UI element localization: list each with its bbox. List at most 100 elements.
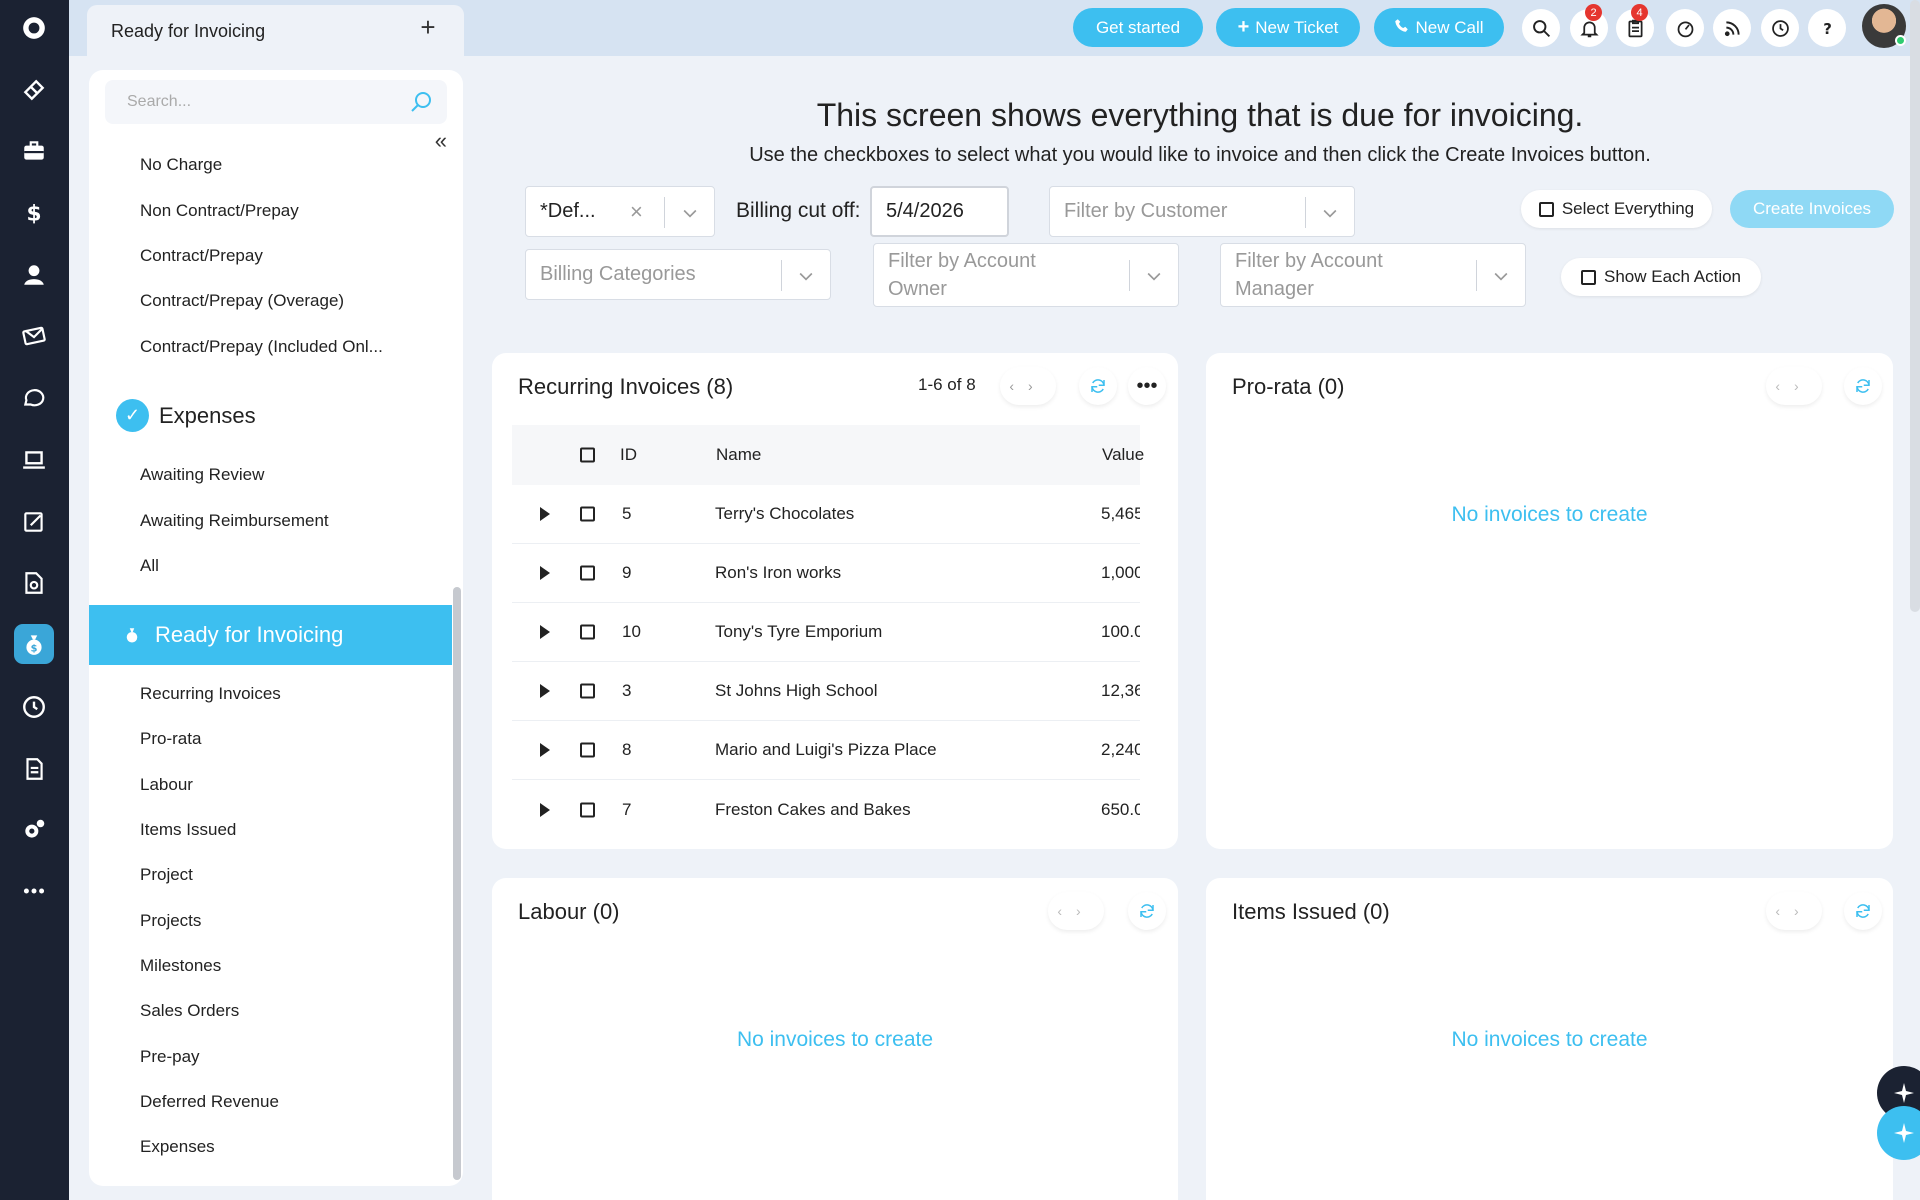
refresh-icon[interactable] (1844, 892, 1882, 930)
home-logo-icon[interactable] (14, 8, 54, 48)
sidebar-item-expenses[interactable]: Expenses (140, 1137, 215, 1157)
file-search-icon[interactable] (14, 563, 54, 603)
dashboard-icon[interactable] (1666, 9, 1704, 47)
page-scrollbar[interactable] (1910, 0, 1920, 612)
show-each-action-button[interactable]: Show Each Action (1561, 258, 1761, 296)
tab-ready-for-invoicing[interactable]: Ready for Invoicing (87, 5, 464, 56)
rss-icon[interactable] (1713, 9, 1751, 47)
table-row[interactable]: 3 St Johns High School 12,360.0 (512, 662, 1140, 721)
select-everything-button[interactable]: Select Everything (1521, 190, 1712, 228)
user-icon[interactable] (14, 255, 54, 295)
billing-categories-select[interactable]: Billing Categories (525, 249, 831, 300)
sidebar-item-pro-rata[interactable]: Pro-rata (140, 729, 201, 749)
more-icon[interactable] (14, 871, 54, 911)
money-bag-icon[interactable]: $ (14, 624, 54, 664)
sidebar-item-non-contract-prepay[interactable]: Non Contract/Prepay (140, 201, 299, 221)
expand-row-icon[interactable] (540, 625, 550, 639)
billing-cutoff-date-input[interactable]: 5/4/2026 (870, 186, 1009, 237)
filter-account-owner-select[interactable]: Filter by Account Owner (873, 243, 1179, 307)
filter-customer-select[interactable]: Filter by Customer (1049, 186, 1355, 237)
new-ticket-button[interactable]: + New Ticket (1216, 8, 1360, 47)
search-icon[interactable] (409, 90, 433, 114)
expand-row-icon[interactable] (540, 566, 550, 580)
table-row[interactable]: 9 Ron's Iron works 1,000.00 (512, 544, 1140, 603)
help-icon[interactable]: ? (1808, 9, 1846, 47)
ticket-icon[interactable] (14, 70, 54, 110)
clear-icon[interactable]: × (630, 199, 643, 225)
sidebar-item-no-charge[interactable]: No Charge (140, 155, 222, 175)
dollar-icon[interactable]: $ (14, 193, 54, 233)
sidebar-item-awaiting-reimbursement[interactable]: Awaiting Reimbursement (140, 511, 329, 531)
table-row[interactable]: 10 Tony's Tyre Emporium 100.00 (512, 603, 1140, 662)
search-icon[interactable] (1522, 9, 1560, 47)
row-checkbox[interactable] (580, 565, 595, 581)
edit-icon[interactable] (14, 502, 54, 542)
expand-row-icon[interactable] (540, 743, 550, 757)
sidebar-item-project[interactable]: Project (140, 865, 193, 885)
laptop-icon[interactable] (14, 440, 54, 480)
sidebar-item-awaiting-review[interactable]: Awaiting Review (140, 465, 264, 485)
sidebar-item-contract-prepay-overage[interactable]: Contract/Prepay (Overage) (140, 291, 344, 311)
expand-row-icon[interactable] (540, 684, 550, 698)
refresh-icon[interactable] (1128, 892, 1166, 930)
sidebar-item-contract-prepay[interactable]: Contract/Prepay (140, 246, 263, 266)
get-started-button[interactable]: Get started (1073, 8, 1203, 47)
row-checkbox[interactable] (580, 742, 595, 758)
sidebar-item-deferred-revenue[interactable]: Deferred Revenue (140, 1092, 279, 1112)
history-clock-icon[interactable] (1761, 9, 1799, 47)
pagination-arrows[interactable]: ‹› (1048, 892, 1104, 930)
mail-icon[interactable] (14, 316, 54, 356)
row-checkbox[interactable] (580, 624, 595, 640)
avatar[interactable] (1862, 4, 1906, 48)
row-checkbox[interactable] (580, 683, 595, 699)
row-checkbox[interactable] (580, 802, 595, 817)
sidebar-item-recurring-invoices[interactable]: Recurring Invoices (140, 684, 281, 704)
sidebar-section-expenses[interactable]: ✓ Expenses (116, 399, 256, 432)
sidebar-scrollbar[interactable] (453, 587, 461, 1180)
expand-row-icon[interactable] (540, 507, 550, 521)
sidebar-item-sales-orders[interactable]: Sales Orders (140, 1001, 239, 1021)
refresh-icon[interactable] (1079, 367, 1117, 405)
chevron-down-icon[interactable] (796, 266, 816, 286)
sidebar-item-items-issued[interactable]: Items Issued (140, 820, 236, 840)
clipboard-icon[interactable]: 4 (1616, 4, 1654, 47)
sidebar-item-projects[interactable]: Projects (140, 911, 201, 931)
chevron-down-icon[interactable] (1144, 266, 1164, 286)
add-tab-button[interactable]: + (413, 12, 443, 42)
chat-icon[interactable] (14, 378, 54, 418)
default-filter-select[interactable]: *Def... × (525, 186, 715, 237)
sidebar-item-contract-prepay-included[interactable]: Contract/Prepay (Included Onl... (140, 337, 383, 357)
collapse-sidebar-button[interactable]: « (435, 128, 447, 154)
sidebar-item-all[interactable]: All (140, 556, 159, 576)
table-row[interactable]: 8 Mario and Luigi's Pizza Place 2,240.00 (512, 721, 1140, 780)
pagination-arrows[interactable]: ‹› (1766, 367, 1822, 405)
briefcase-icon[interactable] (14, 131, 54, 171)
chevron-down-icon[interactable] (680, 203, 700, 223)
filter-account-manager-select[interactable]: Filter by Account Manager (1220, 243, 1526, 307)
sidebar-search-input[interactable]: Search... (105, 80, 447, 124)
document-icon[interactable] (14, 749, 54, 789)
clock-icon[interactable] (14, 687, 54, 727)
pagination-arrows[interactable]: ‹› (1000, 367, 1056, 405)
divider (781, 260, 782, 291)
bell-icon[interactable]: 2 (1570, 4, 1608, 47)
select-all-checkbox[interactable] (580, 447, 595, 463)
sidebar-item-pre-pay[interactable]: Pre-pay (140, 1047, 200, 1067)
pagination-arrows[interactable]: ‹› (1766, 892, 1822, 930)
sidebar-item-ready-for-invoicing[interactable]: Ready for Invoicing (89, 605, 452, 665)
create-invoices-button[interactable]: Create Invoices (1730, 190, 1894, 228)
table-row[interactable]: 5 Terry's Chocolates 5,465.0 (512, 485, 1140, 544)
new-call-button[interactable]: New Call (1374, 8, 1504, 47)
chevron-down-icon[interactable] (1491, 266, 1511, 286)
sidebar-item-milestones[interactable]: Milestones (140, 956, 221, 976)
card-title: Pro-rata (0) (1232, 374, 1345, 399)
gear-icon[interactable] (14, 810, 54, 850)
row-checkbox[interactable] (580, 506, 595, 522)
refresh-icon[interactable] (1844, 367, 1882, 405)
more-options-icon[interactable]: ••• (1128, 367, 1166, 405)
sidebar-item-labour[interactable]: Labour (140, 775, 193, 795)
expand-row-icon[interactable] (540, 802, 550, 817)
table-row[interactable]: 7 Freston Cakes and Bakes 650.00 (512, 780, 1140, 839)
divider (1129, 260, 1130, 291)
chevron-down-icon[interactable] (1320, 203, 1340, 223)
